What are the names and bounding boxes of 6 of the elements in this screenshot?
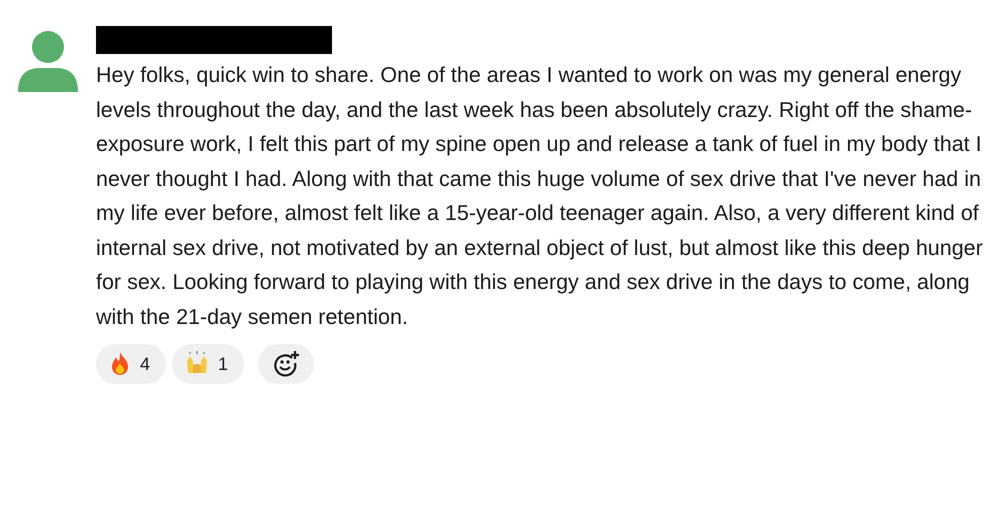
avatar-silhouette: [18, 30, 78, 92]
message-text: Hey folks, quick win to share. One of the areas I wanted to work on was my general energy levels throughout the day, and the last week has been absolutely crazy. Right off the shame-exposure work, I felt this part of my spine open up and release a tank of fuel in my body that I never thought I had. Along with that came this huge volume of sex drive that I've never had in my life ever before, almost felt like a 15-year-old teenager again. Also, a very different kind of internal sex drive, not motivated by an external object of lust, but almost like this deep hunger for sex. Looking forward to playing with this energy and sex drive in the days to come, along with the 21-day semen retention.: [96, 62, 984, 330]
reaction-button[interactable]: 1: [172, 344, 244, 384]
smiley-plus-icon: [272, 350, 300, 378]
add-reaction-button[interactable]: [258, 344, 314, 384]
reaction-button[interactable]: 4: [96, 344, 166, 384]
